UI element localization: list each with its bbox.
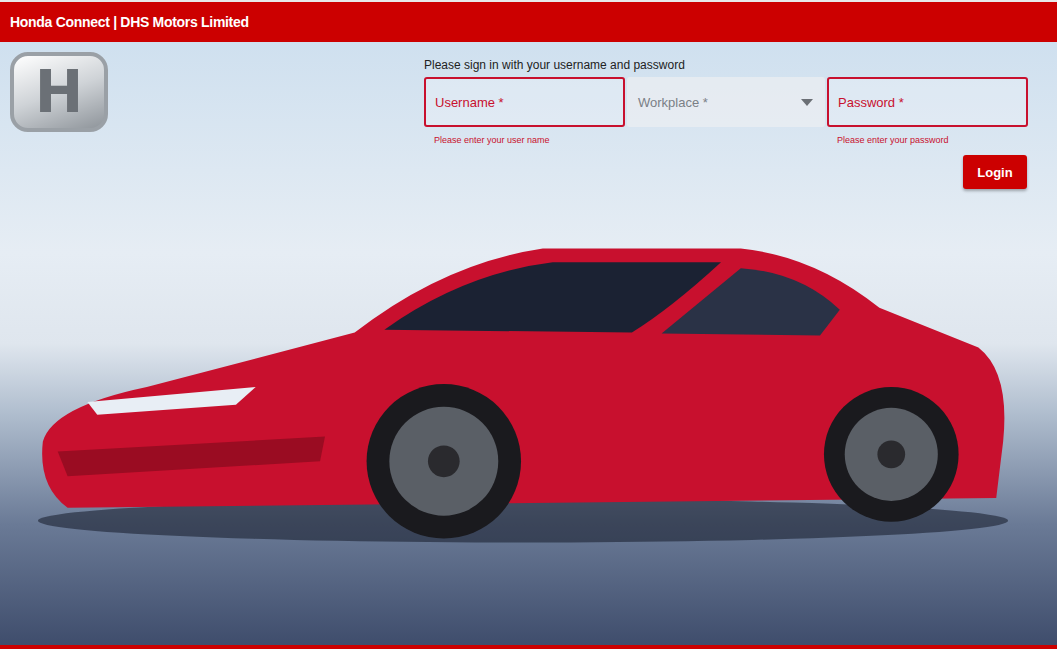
workplace-field: Workplace * <box>627 77 825 147</box>
error-message <box>627 135 825 147</box>
header-bar: Honda Connect | DHS Motors Limited <box>0 0 1057 42</box>
field-row: Username * Please enter your user name Wor… <box>424 77 1027 147</box>
login-button[interactable]: Login <box>963 155 1027 189</box>
username-field: Username * Please enter your user name <box>424 77 625 147</box>
sign-in-prompt: Please sign in with your username and pa… <box>424 58 1027 72</box>
password-field: Password * Please enter your password <box>827 77 1028 147</box>
username-input[interactable]: Username * <box>424 77 625 127</box>
caret-down-icon <box>801 99 813 106</box>
login-form: Please sign in with your username and pa… <box>424 58 1027 189</box>
password-input[interactable]: Password * <box>827 77 1028 127</box>
error-message: Please enter your password <box>827 135 1028 147</box>
field-label: Username * <box>435 95 504 110</box>
button-row: Login <box>424 155 1027 189</box>
error-message: Please enter your user name <box>424 135 625 147</box>
login-page: Honda Connect | DHS Motors Limited H Pleas… <box>0 0 1057 649</box>
workplace-select[interactable]: Workplace * <box>627 77 825 127</box>
field-label: Workplace * <box>638 95 708 110</box>
car-photo-icon <box>28 237 1018 547</box>
logo-mark: H <box>35 63 84 121</box>
header-title: Honda Connect | DHS Motors Limited <box>10 14 249 30</box>
background-photo: H Please sign in with your username and p… <box>0 42 1057 649</box>
field-label: Password * <box>838 95 904 110</box>
honda-logo: H <box>10 52 108 132</box>
